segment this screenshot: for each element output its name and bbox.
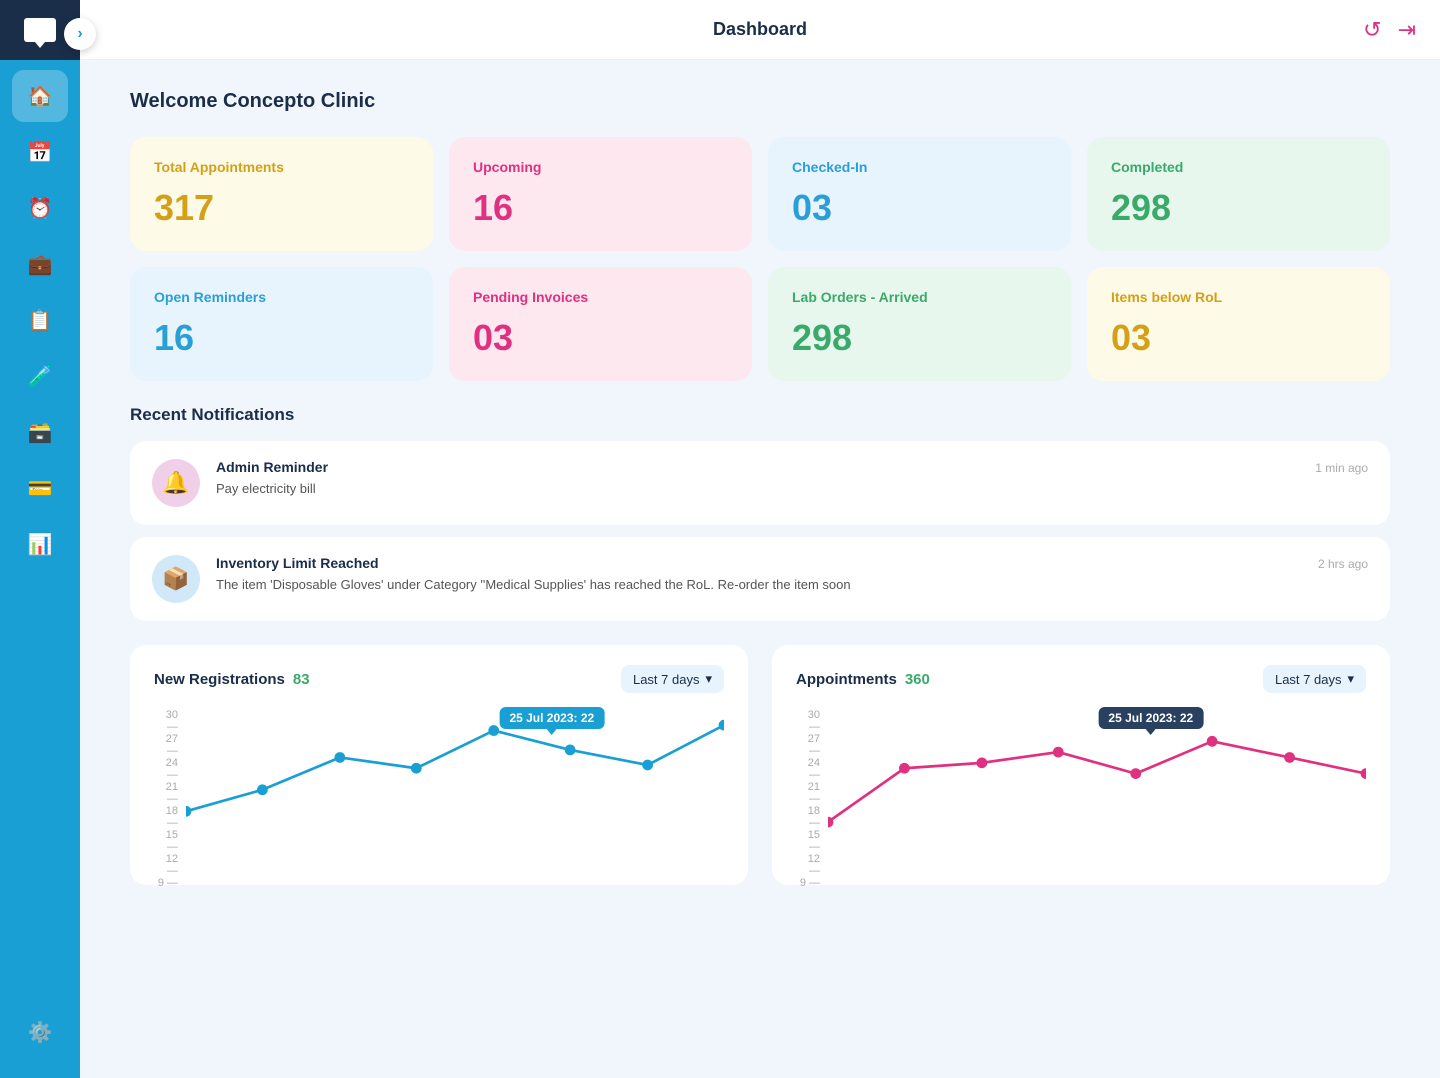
notification-title-1: Admin Reminder <box>216 459 1299 475</box>
logo-icon <box>24 18 56 42</box>
sidebar-item-reports[interactable]: 📋 <box>12 294 68 346</box>
chart-appointments-title: Appointments <box>796 671 897 688</box>
stat-value-open-reminders: 16 <box>154 317 409 359</box>
stat-open-reminders: Open Reminders 16 <box>130 267 433 381</box>
stat-label-open-reminders: Open Reminders <box>154 289 409 305</box>
sidebar-toggle[interactable]: › <box>64 18 96 50</box>
chart-appointments-svg <box>828 709 1366 849</box>
refresh-icon[interactable]: ↺ <box>1363 17 1381 43</box>
stat-completed: Completed 298 <box>1087 137 1390 251</box>
chart-registrations-filter[interactable]: Last 7 days ▾ <box>621 665 724 693</box>
stat-label-items-below-rol: Items below RoL <box>1111 289 1366 305</box>
sidebar-item-settings[interactable]: ⚙️ <box>12 1006 68 1058</box>
stat-value-items-below-rol: 03 <box>1111 317 1366 359</box>
stat-total-appointments: Total Appointments 317 <box>130 137 433 251</box>
stat-label-completed: Completed <box>1111 159 1366 175</box>
chart-registrations-svg <box>186 709 724 849</box>
notification-item-1: 🔔 Admin Reminder Pay electricity bill 1 … <box>130 441 1390 525</box>
sidebar-nav: 🏠 📅 ⏰ 💼 📋 🧪 🗃️ 💳 📊 <box>0 60 80 570</box>
stat-pending-invoices: Pending Invoices 03 <box>449 267 752 381</box>
notification-list: 🔔 Admin Reminder Pay electricity bill 1 … <box>130 441 1390 621</box>
dashboard-content: Welcome Concepto Clinic Total Appointmen… <box>80 60 1440 1078</box>
header: Dashboard ↺ ⇥ <box>80 0 1440 60</box>
sidebar-item-billing[interactable]: 💳 <box>12 462 68 514</box>
notification-title-2: Inventory Limit Reached <box>216 555 1302 571</box>
chart-appointments-header: Appointments 360 Last 7 days ▾ <box>796 665 1366 693</box>
chart-registrations-svg-container: 25 Jul 2023: 22 <box>186 709 724 849</box>
chart-appointments-y-labels: 30 — 27 — 24 — 21 — 18 — 15 — 12 — 9 — <box>796 709 826 849</box>
notification-item-2: 📦 Inventory Limit Reached The item 'Disp… <box>130 537 1390 621</box>
chart-appointments: Appointments 360 Last 7 days ▾ 30 — 27 —… <box>772 645 1390 885</box>
chart-registrations-filter-label: Last 7 days <box>633 672 700 687</box>
chart-registrations-count: 83 <box>293 671 310 688</box>
stat-value-upcoming: 16 <box>473 187 728 229</box>
notification-content-2: Inventory Limit Reached The item 'Dispos… <box>216 555 1302 595</box>
notification-time-2: 2 hrs ago <box>1318 557 1368 571</box>
stat-label-total-appointments: Total Appointments <box>154 159 409 175</box>
chart-appointments-svg-container: 25 Jul 2023: 22 <box>828 709 1366 849</box>
notification-icon-box: 📦 <box>152 555 200 603</box>
chart-appointments-count: 360 <box>905 671 930 688</box>
stats-row-1: Total Appointments 317 Upcoming 16 Check… <box>130 137 1390 251</box>
chart-registrations-area: 30 — 27 — 24 — 21 — 18 — 15 — 12 — 9 — 2… <box>154 709 724 869</box>
sidebar-item-briefcase[interactable]: 💼 <box>12 238 68 290</box>
stat-value-checked-in: 03 <box>792 187 1047 229</box>
sidebar-item-analytics[interactable]: 📊 <box>12 518 68 570</box>
page-title: Dashboard <box>713 19 807 40</box>
stat-items-below-rol: Items below RoL 03 <box>1087 267 1390 381</box>
stat-lab-orders: Lab Orders - Arrived 298 <box>768 267 1071 381</box>
chart-appointments-filter[interactable]: Last 7 days ▾ <box>1263 665 1366 693</box>
stat-value-completed: 298 <box>1111 187 1366 229</box>
sidebar: › 🏠 📅 ⏰ 💼 📋 🧪 🗃️ 💳 📊 ⚙️ <box>0 0 80 1078</box>
notification-time-1: 1 min ago <box>1315 461 1368 475</box>
stat-label-checked-in: Checked-In <box>792 159 1047 175</box>
chevron-down-icon-2: ▾ <box>1347 671 1354 687</box>
stats-row-2: Open Reminders 16 Pending Invoices 03 La… <box>130 267 1390 381</box>
notification-content-1: Admin Reminder Pay electricity bill <box>216 459 1299 499</box>
sidebar-item-calendar[interactable]: 📅 <box>12 126 68 178</box>
chart-registrations-title: New Registrations <box>154 671 285 688</box>
chart-registrations-title-group: New Registrations 83 <box>154 671 310 688</box>
header-actions: ↺ ⇥ <box>1363 17 1416 43</box>
logout-icon[interactable]: ⇥ <box>1398 17 1416 43</box>
stat-upcoming: Upcoming 16 <box>449 137 752 251</box>
chart-appointments-filter-label: Last 7 days <box>1275 672 1342 687</box>
welcome-title: Welcome Concepto Clinic <box>130 90 1390 113</box>
chart-appointments-title-group: Appointments 360 <box>796 671 930 688</box>
stat-label-upcoming: Upcoming <box>473 159 728 175</box>
sidebar-item-archive[interactable]: 🗃️ <box>12 406 68 458</box>
sidebar-item-lab[interactable]: 🧪 <box>12 350 68 402</box>
notification-text-1: Pay electricity bill <box>216 479 1299 499</box>
chart-registrations-header: New Registrations 83 Last 7 days ▾ <box>154 665 724 693</box>
chevron-right-icon: › <box>77 25 82 43</box>
chevron-down-icon: ▾ <box>705 671 712 687</box>
charts-row: New Registrations 83 Last 7 days ▾ 30 — … <box>130 645 1390 885</box>
notifications-title: Recent Notifications <box>130 405 1390 425</box>
notification-icon-bell: 🔔 <box>152 459 200 507</box>
stat-value-lab-orders: 298 <box>792 317 1047 359</box>
notification-text-2: The item 'Disposable Gloves' under Categ… <box>216 575 1302 595</box>
stat-value-total-appointments: 317 <box>154 187 409 229</box>
stat-label-pending-invoices: Pending Invoices <box>473 289 728 305</box>
sidebar-item-home[interactable]: 🏠 <box>12 70 68 122</box>
main-content: Dashboard ↺ ⇥ Welcome Concepto Clinic To… <box>80 0 1440 1078</box>
chart-appointments-area: 30 — 27 — 24 — 21 — 18 — 15 — 12 — 9 — 2… <box>796 709 1366 869</box>
chart-registrations: New Registrations 83 Last 7 days ▾ 30 — … <box>130 645 748 885</box>
sidebar-item-reminders[interactable]: ⏰ <box>12 182 68 234</box>
stat-value-pending-invoices: 03 <box>473 317 728 359</box>
stat-checked-in: Checked-In 03 <box>768 137 1071 251</box>
chart-registrations-y-labels: 30 — 27 — 24 — 21 — 18 — 15 — 12 — 9 — <box>154 709 184 849</box>
stat-label-lab-orders: Lab Orders - Arrived <box>792 289 1047 305</box>
sidebar-bottom: ⚙️ <box>12 1006 68 1078</box>
